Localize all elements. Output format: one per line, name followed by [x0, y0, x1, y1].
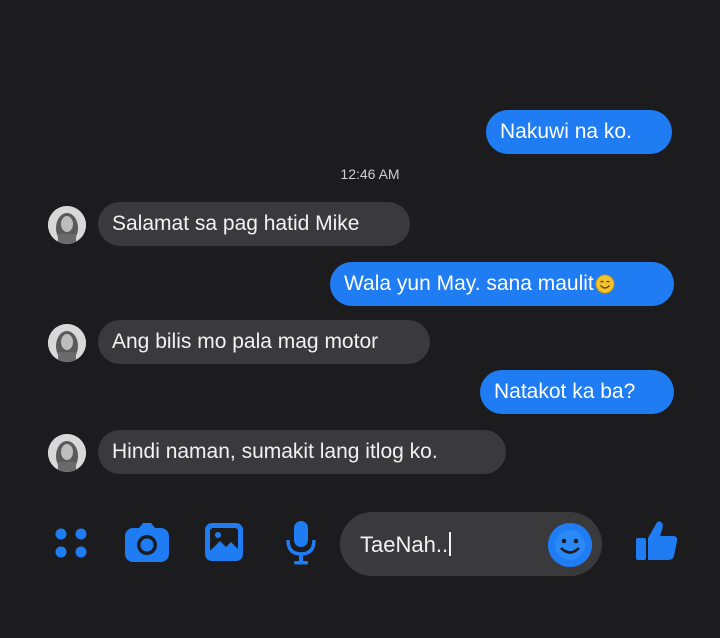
incoming-message[interactable]: Salamat sa pag hatid Mike [98, 202, 410, 246]
contact-avatar[interactable] [48, 206, 86, 244]
message-text: Natakot ka ba? [494, 380, 636, 403]
smiling-face-icon [595, 274, 615, 294]
chat-screen: Nakuwi na ko. 12:46 AM Salamat sa pag ha… [0, 0, 720, 638]
outgoing-message[interactable]: Natakot ka ba? [480, 370, 674, 414]
incoming-message[interactable]: Hindi naman, sumakit lang itlog ko. [98, 430, 506, 474]
message-text: Ang bilis mo pala mag motor [112, 330, 379, 353]
outgoing-message[interactable]: Wala yun May. sana maulit [330, 262, 674, 306]
incoming-message[interactable]: Ang bilis mo pala mag motor [98, 320, 430, 364]
message-text: Nakuwi na ko. [500, 120, 632, 143]
microphone-icon[interactable] [284, 520, 318, 571]
outgoing-message[interactable]: Nakuwi na ko. [486, 110, 672, 154]
contact-avatar[interactable] [48, 434, 86, 472]
apps-grid-icon[interactable] [52, 524, 90, 567]
message-timestamp: 12:46 AM [340, 166, 400, 182]
message-text: Salamat sa pag hatid Mike [112, 212, 360, 235]
message-input-text: TaeNah.. [360, 532, 452, 558]
message-text: Wala yun May. sana maulit [344, 272, 594, 295]
message-text: Hindi naman, sumakit lang itlog ko. [112, 440, 438, 463]
gallery-icon[interactable] [204, 522, 244, 567]
text-caret [449, 532, 452, 556]
contact-avatar[interactable] [48, 324, 86, 362]
thumbs-up-icon[interactable] [634, 518, 680, 569]
camera-icon[interactable] [124, 522, 170, 569]
message-input[interactable]: TaeNah.. [340, 512, 602, 576]
emoji-icon[interactable] [548, 523, 592, 567]
